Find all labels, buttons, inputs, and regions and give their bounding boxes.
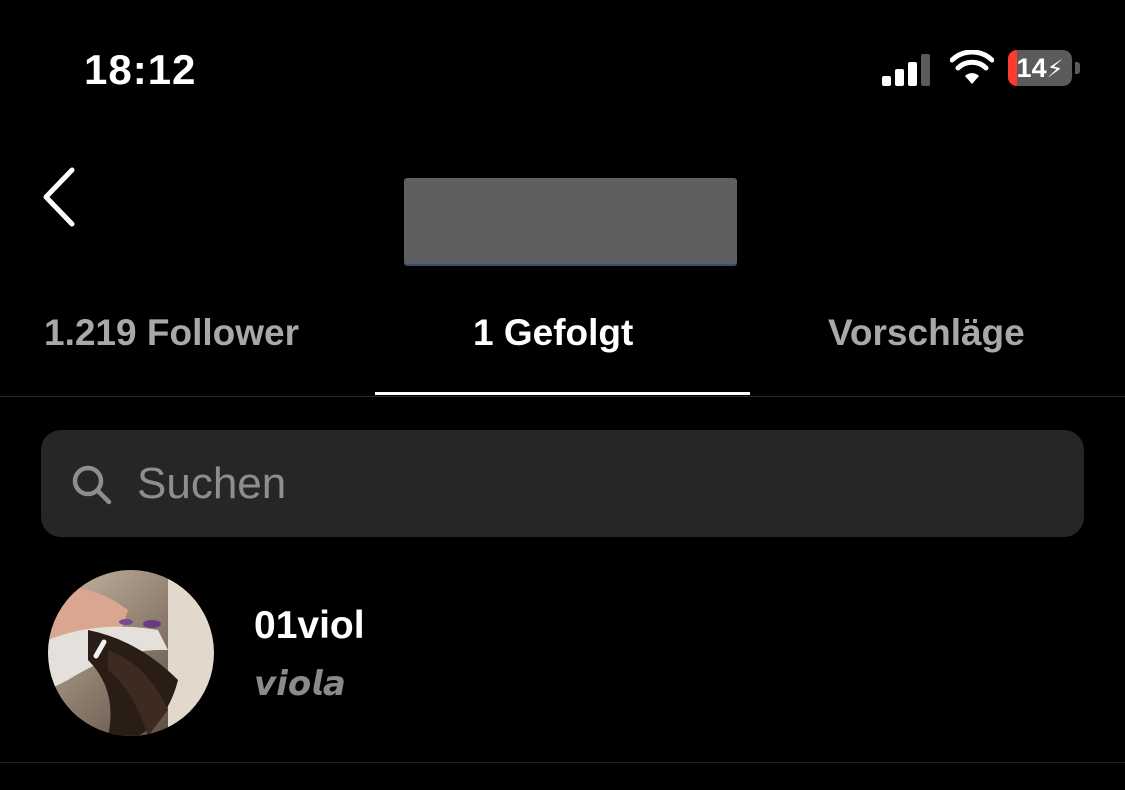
search-input[interactable]: Suchen	[137, 454, 286, 514]
chevron-left-icon[interactable]	[36, 162, 84, 232]
redacted-username-title	[404, 178, 737, 264]
search-field[interactable]: Suchen	[41, 430, 1084, 537]
battery-cap	[1075, 62, 1080, 74]
battery-body: 14⚡	[1008, 50, 1072, 86]
cellular-signal-icon	[882, 54, 930, 86]
battery-icon: 14⚡	[1008, 50, 1082, 86]
tab-followers[interactable]: 1.219 Follower	[44, 308, 299, 358]
avatar[interactable]	[48, 570, 214, 736]
nav-header	[0, 140, 1125, 280]
battery-percent: 14	[1016, 53, 1047, 83]
status-bar: 18:12 14⚡	[0, 0, 1125, 130]
search-icon	[72, 465, 112, 505]
active-tab-indicator	[375, 392, 750, 395]
list-item[interactable]: 01viol 𝙫𝙞𝙤𝙡𝙖	[0, 568, 1125, 763]
status-time: 18:12	[84, 46, 197, 93]
tab-suggestions[interactable]: Vorschläge	[828, 308, 1025, 358]
charging-bolt-icon: ⚡	[1046, 56, 1064, 83]
list-item-fullname: 𝙫𝙞𝙤𝙡𝙖	[254, 664, 346, 704]
wifi-icon	[950, 50, 994, 84]
list-item-username: 01viol	[254, 604, 365, 647]
tab-bar: 1.219 Follower 1 Gefolgt Vorschläge	[0, 290, 1125, 397]
battery-level: 14⚡	[1008, 50, 1072, 86]
tab-following[interactable]: 1 Gefolgt	[473, 308, 633, 358]
